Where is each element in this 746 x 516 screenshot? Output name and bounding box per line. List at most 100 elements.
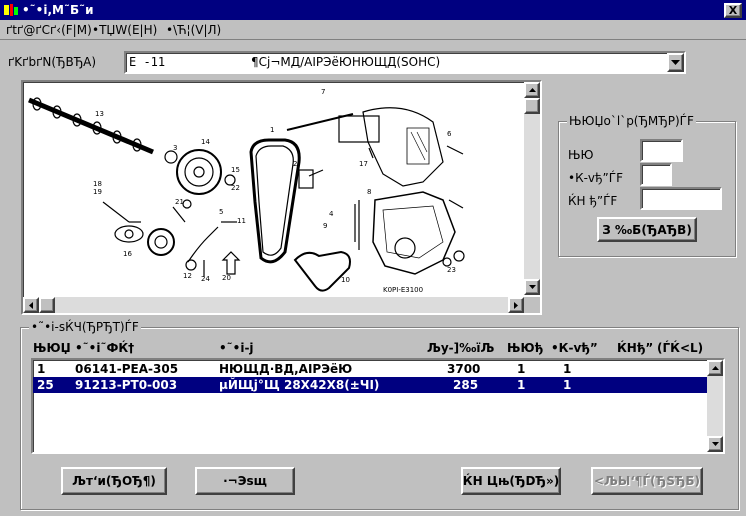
callout-10: 10	[341, 276, 350, 284]
camshaft-drawing	[28, 97, 154, 155]
callout-12: 12	[183, 272, 192, 280]
column-header-order[interactable]: ЌНђ”	[617, 341, 653, 355]
row-ref: 25	[37, 378, 54, 392]
parts-list[interactable]: 1 06141-PEA-305 НЮЩД·ВД,AIРЭёЮ 3700 1 1 …	[31, 358, 725, 454]
column-header-unit[interactable]: (ЃЌ<L)	[657, 341, 703, 355]
callout-23: 23	[447, 266, 456, 274]
horizontal-scroll-thumb[interactable]	[39, 297, 55, 313]
column-header-qty[interactable]: ЊЮђ	[507, 341, 543, 355]
row-qty: 1	[517, 362, 526, 376]
row-part-no: 91213-PT0-003	[75, 378, 178, 392]
row-qty: 1	[517, 378, 526, 392]
order-qty-field[interactable]	[640, 187, 722, 210]
callout-16: 16	[123, 250, 132, 258]
diagram-caption: K0PI-E3100	[383, 286, 423, 294]
callout-5: 5	[219, 208, 223, 216]
menu-bar: ґtґ@ґCґ‹(F|M) •TЏW(E|H) •\Ћ¦(V|Л)	[0, 20, 746, 40]
required-qty-field[interactable]	[640, 163, 672, 186]
parts-group-title: •˜•i-sЌЧ(ЂРЂТ)ЃF	[29, 320, 141, 334]
app-icon	[4, 4, 18, 16]
window-title: •˜•i,M˜Б˜и	[22, 3, 94, 17]
model-select[interactable]: E -11 ¶Cj¬МД/AIРЭёЮНЮЩД(SOHC)	[124, 51, 686, 74]
menu-view[interactable]: •\Ћ¦(V|Л)	[166, 23, 221, 37]
parts-diagram[interactable]: 13 14 3 1 7 17 15 22 5 21 16 19 4 11 12 …	[23, 82, 524, 295]
arrow-down-icon	[528, 285, 536, 289]
scroll-up-button[interactable]	[524, 82, 540, 98]
column-header-part-no[interactable]: •˜•i˜ФЌ†	[75, 341, 134, 355]
vertical-scroll-thumb[interactable]	[524, 98, 540, 114]
callout-11: 11	[237, 217, 246, 225]
menu-edit[interactable]: •TЏW(E|H)	[92, 23, 157, 37]
arrow-right-icon	[514, 301, 518, 309]
list-row[interactable]: 1 06141-PEA-305 НЮЩД·ВД,AIРЭёЮ 3700 1 1	[33, 361, 709, 377]
callout-7: 7	[321, 88, 325, 96]
callout-15: 15	[231, 166, 240, 174]
model-name: ¶Cj¬МД/AIРЭёЮНЮЩД(SOHC)	[251, 55, 441, 69]
column-header-ref[interactable]: ЊЮЏ	[33, 341, 71, 355]
row-part-no: 06141-PEA-305	[75, 362, 179, 376]
search-button[interactable]: Љт‘и(ЂОЂ¶)	[61, 467, 167, 495]
required-qty-label: •К-vђ”ЃF	[568, 171, 623, 185]
list-row-selected[interactable]: 25 91213-PT0-003 µЙЩj°Щ 28X42X8(±ЧI) 285…	[33, 377, 709, 393]
model-label: ґKґbґN(ЂВЂА)	[8, 55, 97, 69]
callout-24: 24	[201, 275, 210, 283]
scroll-left-button[interactable]	[23, 297, 39, 313]
scroll-down-button[interactable]	[524, 279, 540, 295]
add-to-order-button[interactable]: ЌН Цњ(ЂDЂ»)	[461, 467, 561, 495]
diagram-vertical-scrollbar[interactable]	[524, 82, 540, 295]
scroll-right-button[interactable]	[508, 297, 524, 313]
callout-19: 19	[93, 188, 102, 196]
ref-no-field[interactable]	[640, 139, 683, 162]
diagram-horizontal-scrollbar[interactable]	[23, 297, 524, 313]
arrow-left-icon	[29, 301, 33, 309]
callout-14: 14	[201, 138, 210, 146]
column-header-required[interactable]: •К-vђ”	[551, 341, 598, 355]
list-scroll-up-button[interactable]	[707, 360, 723, 376]
row-price: 3700	[447, 362, 481, 376]
row-ref: 1	[37, 362, 46, 376]
order-qty-label: ЌН ђ”ЃF	[568, 194, 618, 208]
callout-9: 9	[323, 222, 327, 230]
scroll-corner	[524, 297, 540, 313]
arrow-up-icon	[528, 88, 536, 92]
callout-3: 3	[173, 144, 177, 152]
quantity-group: ЊЮЏo`l`p(ЂМЂР)ЃF ЊЮ •К-vђ”ЃF ЌН ђ”ЃF З ‰…	[558, 114, 736, 257]
model-dropdown-button[interactable]	[667, 53, 684, 72]
arrow-up-icon	[711, 366, 719, 370]
callout-2: 2	[293, 160, 297, 168]
engine-parts-illustration: 13 14 3 1 7 17 15 22 5 21 16 19 4 11 12 …	[28, 88, 465, 294]
clear-button[interactable]: ·¬Эѕщ	[195, 467, 295, 495]
callout-22: 22	[231, 184, 240, 192]
parts-list-scrollbar[interactable]	[707, 360, 723, 452]
callout-18: 18	[93, 180, 102, 188]
ref-no-label: ЊЮ	[568, 148, 594, 162]
arrow-down-icon	[711, 442, 719, 446]
close-button[interactable]: X	[724, 3, 742, 18]
row-required: 1	[563, 378, 572, 392]
row-required: 1	[563, 362, 572, 376]
row-price: 285	[453, 378, 479, 392]
chevron-down-icon	[671, 59, 680, 65]
callout-6: 6	[447, 130, 452, 138]
callout-13: 13	[95, 110, 104, 118]
model-code: E -11	[129, 55, 166, 69]
row-part-name: µЙЩj°Щ 28X42X8(±ЧI)	[219, 378, 380, 392]
callout-4: 4	[329, 210, 334, 218]
title-bar: •˜•i,M˜Б˜и X	[0, 0, 746, 20]
close-icon: X	[728, 4, 738, 17]
quantity-group-title: ЊЮЏo`l`p(ЂМЂР)ЃF	[567, 114, 696, 128]
callout-20: 20	[222, 274, 231, 282]
callout-17: 17	[359, 160, 368, 168]
callout-8: 8	[367, 188, 371, 196]
callout-21: 21	[175, 198, 184, 206]
row-part-name: НЮЩД·ВД,AIРЭёЮ	[219, 362, 353, 376]
delete-button[interactable]: <ЉЫ‘¶Ѓ(ЂЅЂБ)	[591, 467, 703, 495]
column-header-price[interactable]: Љу-]‰їЉ	[427, 341, 494, 355]
parts-list-group: •˜•i-sЌЧ(ЂРЂТ)ЃF ЊЮЏ •˜•i˜ФЌ† •˜•i-j Љу-…	[20, 320, 739, 510]
menu-file[interactable]: ґtґ@ґCґ‹(F|M)	[6, 23, 92, 37]
callout-1: 1	[270, 126, 274, 134]
column-header-part-name[interactable]: •˜•i-j	[219, 341, 254, 355]
confirm-button[interactable]: З ‰Б(ЂАЂВ)	[597, 217, 697, 242]
list-scroll-down-button[interactable]	[707, 436, 723, 452]
diagram-panel: 13 14 3 1 7 17 15 22 5 21 16 19 4 11 12 …	[21, 80, 542, 315]
